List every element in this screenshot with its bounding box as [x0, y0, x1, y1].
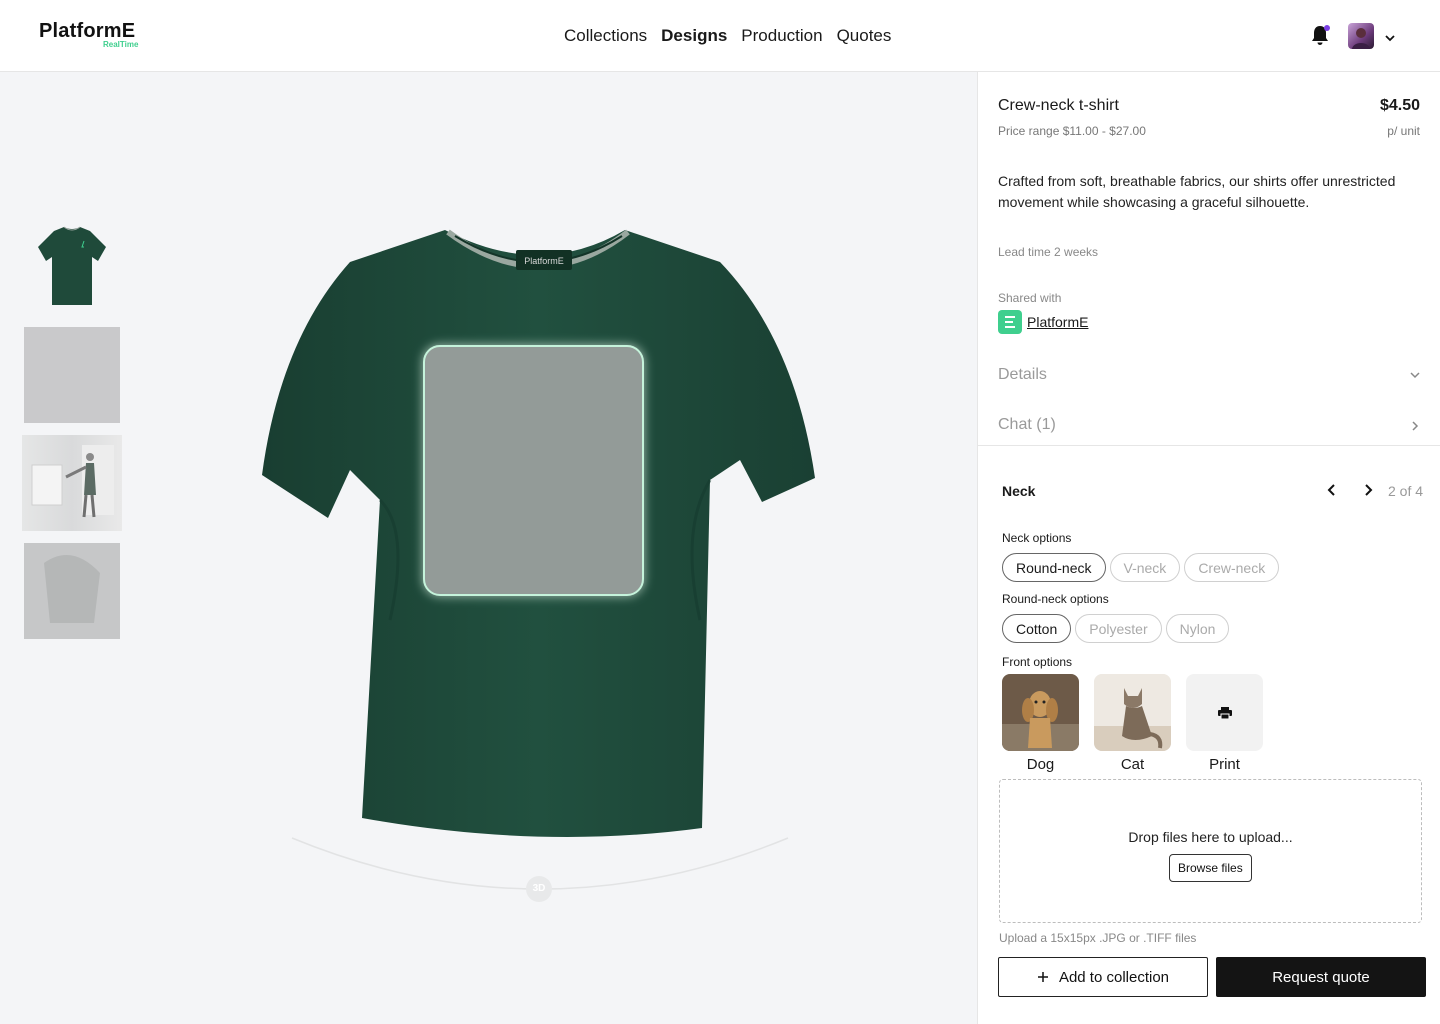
main-nav: Collections Designs Production Quotes: [564, 26, 891, 46]
shared-with-link[interactable]: PlatformE: [1027, 314, 1088, 330]
chip-v-neck[interactable]: V-neck: [1109, 553, 1181, 582]
chip-round-neck[interactable]: Round-neck: [1002, 553, 1106, 582]
browse-files-button[interactable]: Browse files: [1169, 854, 1252, 882]
chip-nylon[interactable]: Nylon: [1165, 614, 1230, 643]
product-3d-viewer[interactable]: PlatformE: [240, 200, 840, 900]
upload-hint: Upload a 15x15px .JPG or .TIFF files: [999, 931, 1197, 945]
logo-text: PlatformE: [39, 20, 136, 42]
add-to-collection-button[interactable]: Add to collection: [998, 957, 1208, 997]
chip-polyester[interactable]: Polyester: [1075, 614, 1162, 643]
logo-subtext: RealTime: [103, 40, 139, 49]
printer-icon: [1217, 706, 1232, 719]
3d-toggle-badge[interactable]: 3D: [526, 876, 552, 902]
cat-image: [1094, 674, 1171, 751]
front-options-label: Front options: [1002, 655, 1073, 669]
front-options: Dog Cat Print: [1002, 674, 1263, 773]
add-to-collection-label: Add to collection: [1058, 968, 1170, 986]
chip-crew-neck[interactable]: Crew-neck: [1184, 553, 1280, 582]
top-header: PlatformE RealTime Collections Designs P…: [0, 0, 1440, 72]
front-option-cat[interactable]: Cat: [1094, 674, 1171, 773]
nav-quotes[interactable]: Quotes: [837, 26, 892, 46]
avatar[interactable]: [1348, 23, 1374, 49]
shared-with[interactable]: PlatformE: [998, 310, 1088, 334]
shirt-neck-label: PlatformE: [524, 256, 564, 266]
logo[interactable]: PlatformE RealTime: [39, 20, 138, 49]
front-option-print-label: Print: [1209, 756, 1240, 773]
plus-icon: [1037, 972, 1048, 982]
front-option-cat-label: Cat: [1120, 756, 1145, 773]
thumbnail-detail-photo[interactable]: [24, 543, 120, 639]
price-range: Price range $11.00 - $27.00: [998, 124, 1146, 138]
price-unit: p/ unit: [1387, 124, 1420, 138]
lead-time: Lead time 2 weeks: [998, 245, 1099, 259]
thumbnail-blank[interactable]: [24, 327, 120, 423]
chevron-down-icon: [1410, 372, 1420, 379]
material-options-label: Round-neck options: [1002, 592, 1109, 606]
file-dropzone[interactable]: Drop files here to upload... Browse file…: [999, 779, 1422, 923]
product-title: Crew-neck t-shirt: [998, 97, 1119, 114]
front-option-print[interactable]: Print: [1186, 674, 1263, 773]
details-accordion[interactable]: Details: [998, 366, 1421, 384]
nav-designs[interactable]: Designs: [661, 26, 727, 46]
front-option-dog[interactable]: Dog: [1002, 674, 1079, 773]
shared-with-label: Shared with: [998, 291, 1062, 305]
notification-dot: [1324, 25, 1330, 31]
dropzone-text: Drop files here to upload...: [1128, 829, 1293, 845]
dog-image: [1002, 674, 1079, 751]
details-label: Details: [998, 366, 1047, 383]
nav-collections[interactable]: Collections: [564, 26, 647, 46]
chevron-right-icon[interactable]: [1360, 482, 1376, 498]
chevron-left-icon[interactable]: [1324, 482, 1340, 498]
product-description: Crafted from soft, breathable fabrics, o…: [998, 173, 1396, 210]
platforme-logo-icon: [998, 310, 1022, 334]
step-counter: 2 of 4: [1388, 483, 1424, 499]
divider: [978, 445, 1440, 446]
chevron-right-icon: [1412, 421, 1419, 431]
notification-bell-icon[interactable]: [1310, 24, 1330, 46]
front-option-dog-label: Dog: [1026, 756, 1055, 773]
chip-cotton[interactable]: Cotton: [1002, 614, 1072, 643]
nav-production[interactable]: Production: [741, 26, 822, 46]
chat-accordion[interactable]: Chat (1): [998, 416, 1421, 434]
thumbnail-front[interactable]: [24, 219, 120, 315]
request-quote-button[interactable]: Request quote: [1216, 957, 1426, 997]
chat-label: Chat (1): [998, 416, 1056, 433]
chevron-down-icon[interactable]: [1384, 30, 1396, 42]
thumbnail-model-photo[interactable]: [22, 435, 122, 531]
material-options: Cotton Polyester Nylon: [1002, 614, 1230, 643]
product-panel: Crew-neck t-shirt $4.50 Price range $11.…: [977, 72, 1440, 1024]
product-price: $4.50: [1379, 97, 1420, 114]
config-step-title: Neck: [1002, 483, 1036, 499]
neck-options: Round-neck V-neck Crew-neck: [1002, 553, 1280, 582]
neck-options-label: Neck options: [1002, 531, 1072, 545]
print-area[interactable]: [423, 345, 644, 596]
print-tile: [1186, 674, 1263, 751]
